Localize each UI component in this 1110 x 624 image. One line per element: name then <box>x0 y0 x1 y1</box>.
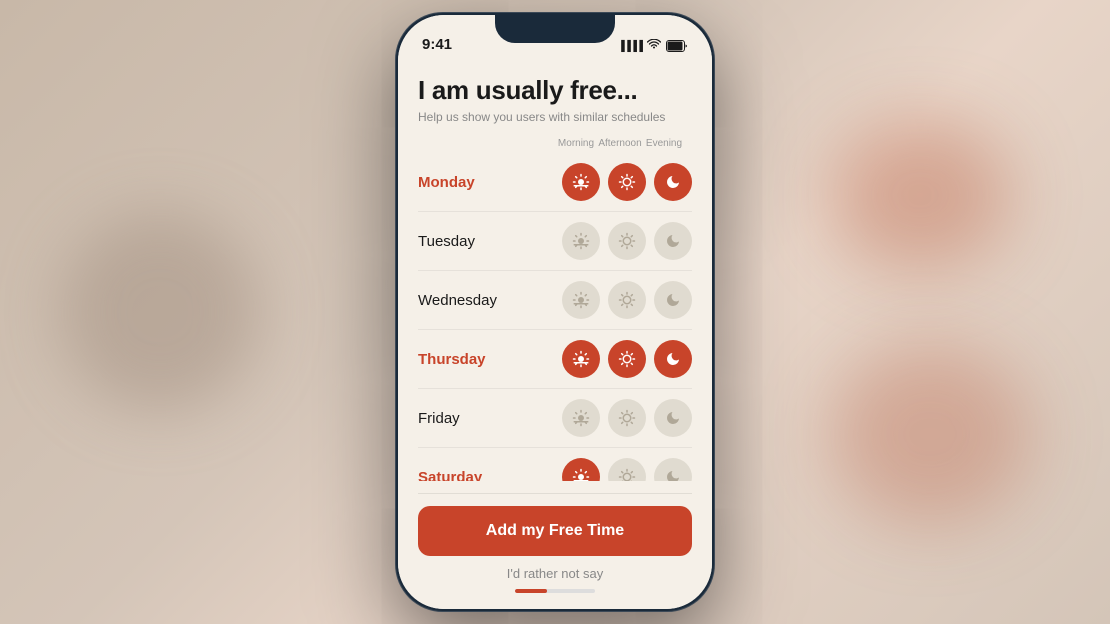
bg-blob-right-top <box>830 120 1010 270</box>
phone-wrapper: 9:41 ▐▐▐▐ <box>395 12 715 612</box>
evening-button-wednesday[interactable] <box>654 281 692 319</box>
divider <box>418 493 692 494</box>
day-name-wednesday: Wednesday <box>418 292 518 309</box>
afternoon-button-saturday[interactable] <box>608 458 646 481</box>
morning-button-saturday[interactable] <box>562 458 600 481</box>
add-free-time-button[interactable]: Add my Free Time <box>418 506 692 556</box>
afternoon-button-thursday[interactable] <box>608 340 646 378</box>
day-icons-thursday <box>562 340 692 378</box>
bg-blob-right-bottom <box>830 344 1030 524</box>
day-icons-tuesday <box>562 222 692 260</box>
progress-bar <box>515 589 595 593</box>
morning-button-thursday[interactable] <box>562 340 600 378</box>
day-icons-wednesday <box>562 281 692 319</box>
day-name-friday: Friday <box>418 410 518 427</box>
day-name-thursday: Thursday <box>418 351 518 368</box>
days-container: Monday Tuesday Wednesday Thursday Friday… <box>418 153 692 481</box>
morning-button-wednesday[interactable] <box>562 281 600 319</box>
column-headers: Morning Afternoon Evening <box>418 138 692 149</box>
col-header-afternoon: Afternoon <box>598 138 642 149</box>
col-header-morning: Morning <box>554 138 598 149</box>
day-icons-monday <box>562 163 692 201</box>
bottom-section: Add my Free Time I'd rather not say <box>398 481 712 609</box>
phone-screen: 9:41 ▐▐▐▐ <box>398 15 712 609</box>
battery-icon <box>666 40 688 52</box>
day-row: Monday <box>418 153 692 212</box>
day-icons-saturday <box>562 458 692 481</box>
progress-bar-container <box>418 589 692 593</box>
afternoon-button-tuesday[interactable] <box>608 222 646 260</box>
signal-icon: ▐▐▐▐ <box>618 41 642 52</box>
day-row: Friday <box>418 389 692 448</box>
progress-fill <box>515 589 547 593</box>
day-row: Saturday <box>418 448 692 481</box>
day-name-tuesday: Tuesday <box>418 233 518 250</box>
col-header-evening: Evening <box>642 138 686 149</box>
status-bar: 9:41 ▐▐▐▐ <box>398 15 712 59</box>
day-row: Wednesday <box>418 271 692 330</box>
afternoon-button-monday[interactable] <box>608 163 646 201</box>
status-icons: ▐▐▐▐ <box>618 39 688 53</box>
evening-button-saturday[interactable] <box>654 458 692 481</box>
phone-frame: 9:41 ▐▐▐▐ <box>395 12 715 612</box>
morning-button-tuesday[interactable] <box>562 222 600 260</box>
evening-button-tuesday[interactable] <box>654 222 692 260</box>
day-row: Thursday <box>418 330 692 389</box>
day-name-saturday: Saturday <box>418 469 518 482</box>
evening-button-monday[interactable] <box>654 163 692 201</box>
morning-button-monday[interactable] <box>562 163 600 201</box>
status-time: 9:41 <box>422 36 452 53</box>
wifi-icon <box>647 39 661 53</box>
day-row: Tuesday <box>418 212 692 271</box>
evening-button-thursday[interactable] <box>654 340 692 378</box>
afternoon-button-wednesday[interactable] <box>608 281 646 319</box>
day-name-monday: Monday <box>418 174 518 191</box>
evening-button-friday[interactable] <box>654 399 692 437</box>
afternoon-button-friday[interactable] <box>608 399 646 437</box>
bg-blob-left <box>60 212 260 412</box>
content-area: I am usually free... Help us show you us… <box>398 59 712 481</box>
page-title: I am usually free... <box>418 75 692 106</box>
skip-link[interactable]: I'd rather not say <box>418 566 692 581</box>
morning-button-friday[interactable] <box>562 399 600 437</box>
day-icons-friday <box>562 399 692 437</box>
notch <box>495 15 615 43</box>
page-subtitle: Help us show you users with similar sche… <box>418 110 692 124</box>
